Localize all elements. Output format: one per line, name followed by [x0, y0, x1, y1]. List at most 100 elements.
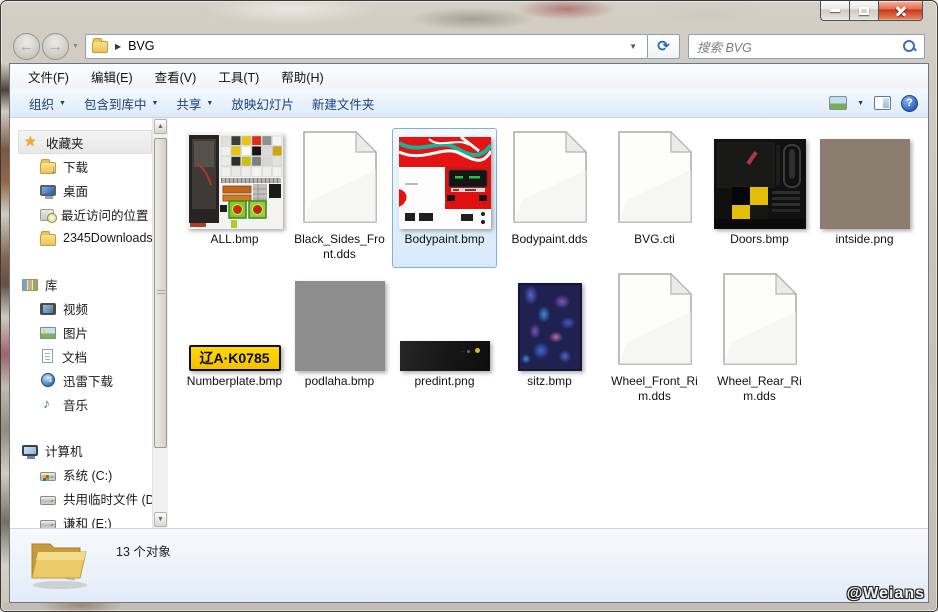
file-thumbnail-area	[498, 129, 601, 229]
toolbar-include-in-library-label: 包含到库中	[84, 94, 147, 113]
file-name-label: Wheel_Front_Rim.dds	[607, 374, 703, 404]
refresh-button[interactable]: ⟳	[648, 34, 680, 59]
maximize-button[interactable]	[849, 1, 878, 21]
sidebar-item-2345downloads-label: 2345Downloads	[63, 231, 152, 245]
file-name-label: Doors.bmp	[730, 232, 789, 247]
scroll-down-button[interactable]: ▼	[154, 512, 167, 527]
menu-item-edit[interactable]: 编辑(E)	[83, 64, 141, 89]
chevron-down-icon: ▼	[59, 100, 66, 107]
toolbar-include-in-library-button[interactable]: 包含到库中▼	[75, 90, 167, 117]
file-thumbnail-area	[183, 129, 286, 229]
sidebar-item-shared-temp-d[interactable]: 共用临时文件 (D	[18, 486, 152, 510]
file-Wheel_Rear_Rim.dds[interactable]: Wheel_Rear_Rim.dds	[707, 270, 812, 410]
explorer-window: ← → ▼ ▶ BVG ▼ ⟳ 搜索 BVG 文件(F)编辑(E)查看(V)工具…	[0, 0, 938, 612]
file-sitz.bmp[interactable]: sitz.bmp	[497, 270, 602, 410]
toolbar-organize-button[interactable]: 组织▼	[20, 90, 75, 117]
menu-bar: 文件(F)编辑(E)查看(V)工具(T)帮助(H)	[10, 64, 928, 88]
file-name-label: sitz.bmp	[527, 374, 572, 389]
search-input[interactable]: 搜索 BVG	[688, 34, 925, 59]
sidebar-item-documents[interactable]: 文档	[18, 344, 152, 368]
views-dropdown-icon: ▼	[857, 100, 864, 107]
file-name-label: Bodypaint.dds	[511, 232, 587, 247]
sidebar-scrollbar[interactable]: ▲ ▼	[152, 118, 168, 528]
sidebar-item-shared-temp-d-label: 共用临时文件 (D	[63, 489, 152, 508]
sidebar-section-libraries[interactable]: 库	[18, 272, 152, 296]
file-podlaha.bmp[interactable]: podlaha.bmp	[287, 270, 392, 410]
maximize-icon	[859, 7, 869, 15]
refresh-icon: ⟳	[657, 37, 670, 55]
document-file-icon	[617, 272, 693, 371]
sidebar-section-favorites[interactable]: 收藏夹	[18, 130, 152, 154]
address-dropdown-icon[interactable]: ▼	[625, 42, 641, 51]
file-name-label: Wheel_Rear_Rim.dds	[712, 374, 808, 404]
file-name-label: predint.png	[414, 374, 474, 389]
change-view-button[interactable]: ▼	[829, 96, 864, 110]
sidebar-item-system-c-label: 系统 (C:)	[63, 465, 112, 484]
sidebar-section-libraries-label: 库	[45, 275, 58, 294]
minimize-icon	[830, 9, 840, 12]
close-button[interactable]	[878, 1, 923, 21]
menu-item-help[interactable]: 帮助(H)	[273, 64, 331, 89]
file-ALL.bmp[interactable]: ALL.bmp	[182, 128, 287, 268]
minimize-button[interactable]	[820, 1, 849, 21]
scroll-up-button[interactable]: ▲	[154, 119, 167, 134]
sidebar-item-desktop[interactable]: 桌面	[18, 178, 152, 202]
menu-item-view[interactable]: 查看(V)	[147, 64, 205, 89]
sidebar-item-thunder-downloads[interactable]: 迅雷下载	[18, 368, 152, 392]
file-Doors.bmp[interactable]: Doors.bmp	[707, 128, 812, 268]
back-button[interactable]: ←	[13, 33, 40, 60]
thumbnail-doors-bmp	[714, 139, 806, 229]
preview-pane-button[interactable]	[874, 96, 891, 110]
sidebar-item-music[interactable]: 音乐	[18, 392, 152, 416]
file-thumbnail-area	[393, 271, 496, 371]
file-predint.png[interactable]: predint.png	[392, 270, 497, 410]
menu-item-file[interactable]: 文件(F)	[20, 64, 77, 89]
address-bar[interactable]: ▶ BVG ▼	[85, 34, 648, 59]
file-list: ALL.bmp Black_Sides_Front.dds Bodypaint.…	[168, 118, 928, 528]
file-Numberplate.bmp[interactable]: 辽A·K0785Numberplate.bmp	[182, 270, 287, 410]
sidebar-item-videos[interactable]: 视频	[18, 296, 152, 320]
sidebar-section-computer[interactable]: 计算机	[18, 438, 152, 462]
recent-pages-dropdown[interactable]: ▼	[72, 43, 79, 50]
toolbar-commands: 组织▼包含到库中▼共享▼放映幻灯片新建文件夹	[20, 90, 383, 117]
forward-button[interactable]: →	[42, 33, 69, 60]
sidebar-item-2345downloads[interactable]: 2345Downloads	[18, 226, 152, 250]
file-thumbnail-area	[708, 271, 811, 371]
file-Bodypaint.dds[interactable]: Bodypaint.dds	[497, 128, 602, 268]
caption-button-group	[820, 1, 923, 21]
toolbar-new-folder-button[interactable]: 新建文件夹	[303, 90, 384, 117]
sidebar-section-gap	[18, 416, 152, 438]
file-intside.png[interactable]: intside.png	[812, 128, 917, 268]
toolbar-share-button[interactable]: 共享▼	[167, 90, 222, 117]
document-file-icon	[512, 130, 588, 229]
file-name-label: Numberplate.bmp	[187, 374, 282, 389]
file-Black_Sides_Front.dds[interactable]: Black_Sides_Front.dds	[287, 128, 392, 268]
sidebar-item-recent-places[interactable]: 最近访问的位置	[18, 202, 152, 226]
glass-frame-left-edge	[1, 63, 9, 603]
file-Wheel_Front_Rim.dds[interactable]: Wheel_Front_Rim.dds	[602, 270, 707, 410]
scrollbar-thumb[interactable]	[154, 138, 167, 448]
thumbnail-solid	[820, 139, 910, 229]
sidebar-item-downloads[interactable]: 下载	[18, 154, 152, 178]
toolbar-new-folder-label: 新建文件夹	[312, 94, 375, 113]
file-thumbnail-area	[603, 129, 706, 229]
file-name-label: Black_Sides_Front.dds	[292, 232, 388, 262]
document-file-icon	[302, 130, 378, 229]
document-file-icon	[617, 130, 693, 229]
menu-item-tools[interactable]: 工具(T)	[210, 64, 267, 89]
sidebar-item-qianhe-e[interactable]: 谦和 (E:)	[18, 510, 152, 528]
sidebar-item-system-c[interactable]: 系统 (C:)	[18, 462, 152, 486]
toolbar-slideshow-button[interactable]: 放映幻灯片	[222, 90, 303, 117]
file-thumbnail-area	[498, 271, 601, 371]
file-BVG.cti[interactable]: BVG.cti	[602, 128, 707, 268]
breadcrumb-path[interactable]: BVG	[128, 39, 154, 53]
drive-icon	[40, 520, 56, 529]
folder-icon	[40, 234, 56, 246]
folder-icon	[92, 41, 108, 53]
help-button[interactable]: ?	[901, 95, 918, 112]
music-icon	[40, 396, 56, 412]
file-Bodypaint.bmp[interactable]: Bodypaint.bmp	[392, 128, 497, 268]
video-icon	[40, 303, 56, 315]
pictures-icon	[40, 327, 56, 339]
sidebar-item-pictures[interactable]: 图片	[18, 320, 152, 344]
